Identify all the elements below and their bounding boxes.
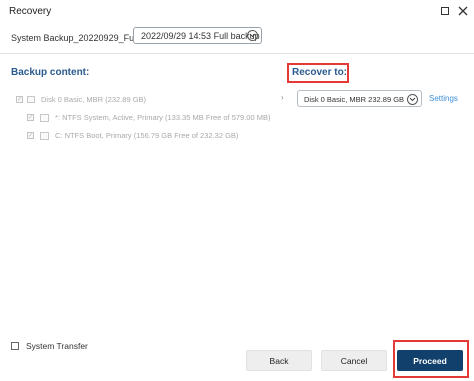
- partition-label: C: NTFS Boot, Primary (156.79 GB Free of…: [55, 131, 239, 140]
- window-title: Recovery: [9, 6, 52, 17]
- partition-row[interactable]: ✓ *: NTFS System, Active, Primary (133.3…: [27, 113, 271, 122]
- backup-name: System Backup_20220929_Full_v1: [11, 33, 153, 43]
- divider: [0, 53, 474, 54]
- partition-icon: [40, 131, 49, 140]
- proceed-button[interactable]: Proceed: [397, 350, 463, 371]
- system-transfer-checkbox[interactable]: [11, 342, 19, 350]
- partition-row[interactable]: ✓ C: NTFS Boot, Primary (156.79 GB Free …: [27, 131, 238, 140]
- backup-version-value: 2022/09/29 14:53 Full backup: [141, 31, 260, 41]
- disk-label: Disk 0 Basic, MBR (232.89 GB): [41, 95, 147, 104]
- chevron-down-icon: [247, 30, 258, 41]
- disk-checkbox[interactable]: ✓: [16, 96, 23, 103]
- cancel-button[interactable]: Cancel: [321, 350, 387, 371]
- maximize-icon: [441, 7, 449, 15]
- maximize-button[interactable]: [438, 4, 452, 18]
- backup-content-header: Backup content:: [11, 67, 90, 78]
- partition-label: *: NTFS System, Active, Primary (133.35 …: [55, 113, 271, 122]
- settings-link[interactable]: Settings: [429, 94, 458, 103]
- partition-checkbox[interactable]: ✓: [27, 114, 34, 121]
- disk-icon: [27, 96, 35, 103]
- title-bar: Recovery: [0, 0, 474, 24]
- system-transfer-option[interactable]: System Transfer: [11, 341, 88, 351]
- target-disk-select[interactable]: Disk 0 Basic, MBR 232.89 GB: [297, 90, 422, 107]
- close-icon: [458, 6, 468, 16]
- chevron-right-icon[interactable]: ›: [281, 93, 284, 102]
- back-button[interactable]: Back: [246, 350, 312, 371]
- system-transfer-label: System Transfer: [26, 341, 88, 351]
- backup-version-select[interactable]: 2022/09/29 14:53 Full backup: [133, 27, 262, 44]
- close-button[interactable]: [456, 4, 470, 18]
- chevron-down-icon: [407, 94, 418, 105]
- target-disk-value: Disk 0 Basic, MBR 232.89 GB: [304, 95, 405, 104]
- partition-icon: [40, 113, 49, 122]
- disk-row[interactable]: ✓ Disk 0 Basic, MBR (232.89 GB): [16, 95, 146, 104]
- partition-checkbox[interactable]: ✓: [27, 132, 34, 139]
- recover-to-header: Recover to:: [292, 67, 348, 78]
